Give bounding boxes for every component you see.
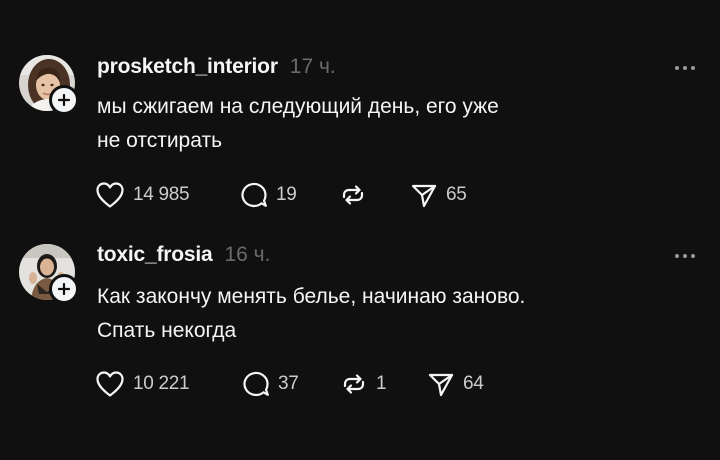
follow-button[interactable]	[49, 274, 79, 304]
timestamp: 16 ч.	[224, 243, 271, 266]
reply-button[interactable]: 37	[242, 368, 340, 400]
reply-button[interactable]: 19	[240, 179, 339, 211]
comment-text-line: мы сжигаем на следующий день, его уже	[97, 95, 499, 118]
repost-button[interactable]	[339, 179, 410, 211]
more-options-button[interactable]	[672, 58, 698, 78]
action-bar: 14 985 19 65	[95, 179, 467, 211]
plus-icon	[58, 283, 70, 295]
repost-button[interactable]: 1	[340, 368, 427, 400]
timestamp: 17 ч.	[289, 55, 336, 78]
heart-icon	[96, 371, 124, 397]
username[interactable]: prosketch_interior	[97, 55, 278, 79]
like-button[interactable]: 10 221	[95, 368, 242, 400]
share-count: 65	[446, 184, 467, 205]
send-icon	[428, 373, 454, 397]
comment-text-line: не отстирать	[97, 129, 223, 152]
repost-icon	[342, 185, 364, 205]
avatar-container[interactable]	[19, 55, 79, 115]
share-count: 64	[463, 373, 484, 394]
share-button[interactable]: 64	[427, 368, 484, 400]
comment-text: мы сжигаем на следующий день, его уже не…	[97, 90, 677, 158]
like-button[interactable]: 14 985	[95, 179, 240, 211]
repost-count: 1	[376, 373, 387, 394]
comment-icon	[243, 371, 269, 397]
more-icon	[675, 254, 695, 258]
share-button[interactable]: 65	[410, 179, 467, 211]
more-options-button[interactable]	[672, 246, 698, 266]
repost-icon	[343, 374, 365, 394]
comment-item: toxic_frosia 16 ч. Как закончу менять бе…	[0, 228, 720, 460]
avatar-container[interactable]	[19, 244, 79, 304]
follow-button[interactable]	[49, 85, 79, 115]
comment-text: Как закончу менять белье, начинаю заново…	[97, 280, 677, 348]
send-icon	[411, 184, 437, 208]
like-count: 14 985	[133, 184, 190, 205]
comment-icon	[241, 182, 267, 208]
comment-header: toxic_frosia 16 ч.	[97, 243, 270, 267]
like-count: 10 221	[133, 373, 190, 394]
comment-header: prosketch_interior 17 ч.	[97, 55, 336, 79]
heart-icon	[96, 182, 124, 208]
plus-icon	[58, 94, 70, 106]
comment-text-line: Как закончу менять белье, начинаю заново…	[97, 285, 526, 308]
action-bar: 10 221 37 1 64	[95, 368, 484, 400]
comment-item: prosketch_interior 17 ч. мы сжигаем на с…	[0, 0, 720, 228]
comment-text-line: Спать некогда	[97, 319, 237, 342]
username[interactable]: toxic_frosia	[97, 243, 213, 267]
more-icon	[675, 66, 695, 70]
reply-count: 37	[278, 373, 299, 394]
reply-count: 19	[276, 184, 297, 205]
